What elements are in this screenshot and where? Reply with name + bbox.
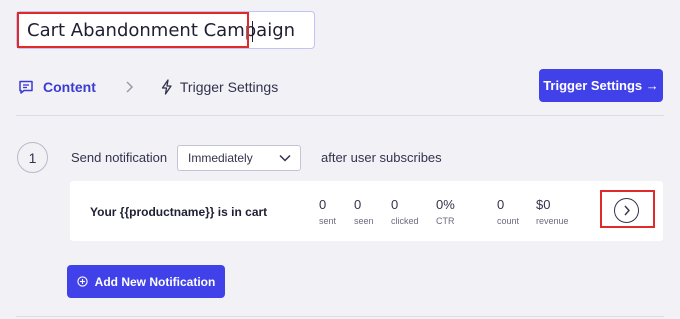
- timing-select-value: Immediately: [188, 151, 253, 165]
- stat-label: count: [497, 216, 520, 226]
- stat-seen: 0 seen: [354, 197, 374, 226]
- send-notification-label: Send notification: [71, 150, 168, 165]
- text-caret: [252, 21, 253, 42]
- tab-trigger-settings-label: Trigger Settings: [179, 79, 279, 95]
- timing-select[interactable]: Immediately: [177, 145, 301, 171]
- stat-value: 0: [319, 197, 327, 212]
- chevron-right-icon: [623, 205, 630, 216]
- message-icon: [19, 80, 33, 94]
- divider: [16, 316, 664, 317]
- stat-sent: 0 sent: [319, 197, 336, 226]
- stat-label: clicked: [391, 216, 419, 226]
- stat-value: 0%: [436, 197, 455, 212]
- stat-label: sent: [319, 216, 337, 226]
- step-tabs: Content Trigger Settings: [18, 77, 278, 97]
- open-notification-button[interactable]: [614, 198, 639, 223]
- stat-value: 0: [354, 197, 362, 212]
- stat-label: revenue: [536, 216, 569, 226]
- stat-clicked: 0 clicked: [391, 197, 419, 226]
- notification-card[interactable]: Your {{productname}} is in cart 0 sent 0…: [70, 181, 663, 241]
- divider: [16, 115, 664, 116]
- step-number-badge: 1: [17, 142, 48, 173]
- after-subscribes-label: after user subscribes: [321, 150, 442, 165]
- stat-revenue: $0 revenue: [536, 197, 569, 226]
- add-new-notification-button[interactable]: Add New Notification: [67, 265, 225, 298]
- stat-ctr: 0% CTR: [436, 197, 455, 226]
- stat-value: $0: [536, 197, 551, 212]
- stat-count: 0 count: [497, 197, 519, 226]
- chevron-down-icon: [279, 154, 291, 162]
- campaign-name-field-container: [16, 11, 315, 49]
- plus-circle-icon: [77, 276, 88, 287]
- stat-value: 0: [391, 197, 399, 212]
- notification-title: Your {{productname}} is in cart: [90, 205, 268, 219]
- add-new-notification-label: Add New Notification: [94, 274, 216, 289]
- tab-content[interactable]: Content: [18, 79, 96, 95]
- stat-label: seen: [354, 216, 374, 226]
- tab-content-label: Content: [43, 79, 96, 95]
- stat-label: CTR: [436, 216, 455, 226]
- tab-trigger-settings[interactable]: Trigger Settings: [160, 79, 278, 95]
- chevron-right-icon: [126, 81, 133, 93]
- highlight-box-campaign-name: [17, 12, 249, 48]
- trigger-settings-button[interactable]: Trigger Settings →: [539, 69, 663, 102]
- lightning-icon: [161, 79, 172, 95]
- stat-value: 0: [497, 197, 505, 212]
